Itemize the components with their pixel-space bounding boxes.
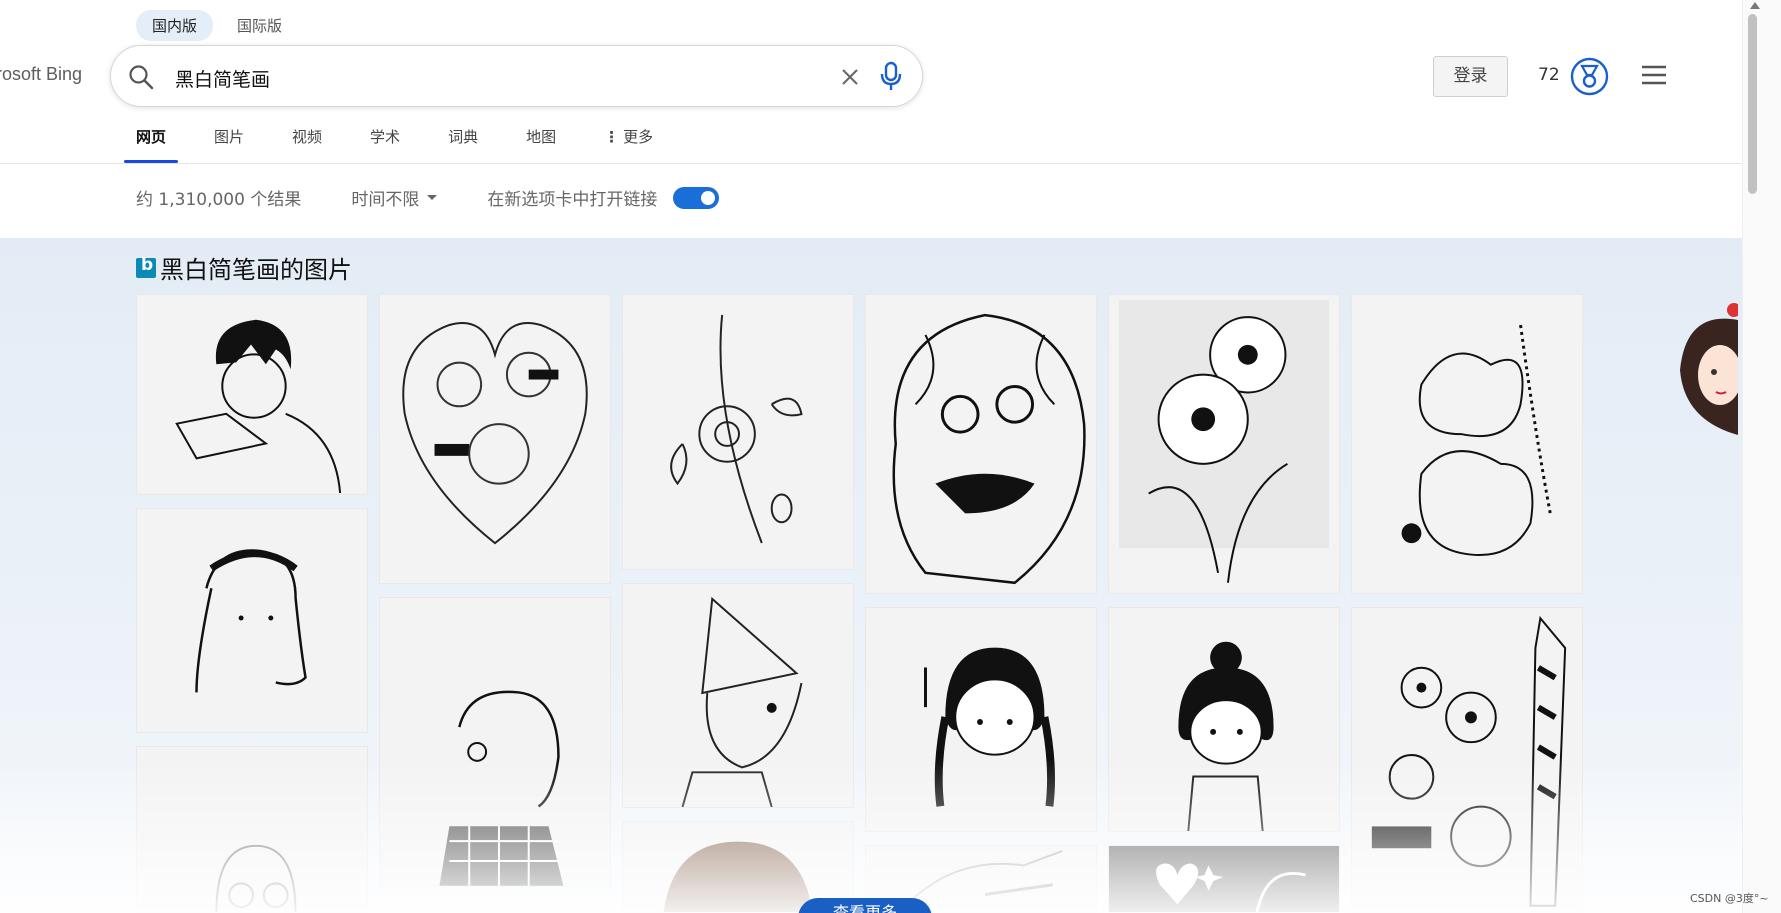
image-thumbnail[interactable] <box>136 294 368 495</box>
more-dots-icon: ⋮ <box>604 128 620 146</box>
market-domestic-tab[interactable]: 国内版 <box>136 10 214 41</box>
heart-doodle-sketch <box>402 322 588 545</box>
see-more-button[interactable]: 查看更多 <box>798 898 932 913</box>
tab-dictionary[interactable]: 词典 <box>436 125 490 163</box>
image-section-title[interactable]: 黑白简笔画的图片 <box>136 250 352 285</box>
results-fade-overlay <box>0 760 1742 913</box>
market-international-tab[interactable]: 国际版 <box>221 10 298 41</box>
login-button[interactable]: 登录 <box>1433 56 1508 97</box>
search-input[interactable]: 黑白简笔画 <box>175 65 270 92</box>
scrollbar-thumb[interactable] <box>1748 14 1757 194</box>
rewards-medal-icon[interactable] <box>1570 57 1609 96</box>
image-thumbnail[interactable] <box>136 508 368 733</box>
bing-logo-text[interactable]: rosoft Bing <box>0 64 82 85</box>
image-thumbnail[interactable] <box>1351 294 1583 594</box>
rewards-points[interactable]: 72 <box>1538 65 1560 85</box>
search-tabs: 网页 图片 视频 学术 词典 地图 ⋮ 更多 <box>124 125 689 163</box>
toggle-knob <box>701 190 716 205</box>
tab-academic[interactable]: 学术 <box>358 125 412 163</box>
tab-web[interactable]: 网页 <box>124 125 179 163</box>
tabs-divider <box>0 163 1742 164</box>
clear-icon[interactable] <box>836 63 864 91</box>
search-icon[interactable] <box>127 63 155 91</box>
search-box[interactable]: 黑白简笔画 <box>110 45 923 107</box>
new-tab-label: 在新选项卡中打开链接 <box>487 190 658 210</box>
results-toolbar: 约 1,310,000 个结果 时间不限 在新选项卡中打开链接 <box>136 185 720 210</box>
market-switch: 国内版 国际版 <box>136 10 298 41</box>
caret-down-icon <box>427 195 438 200</box>
mascot-girl-icon[interactable] <box>1676 300 1738 440</box>
tab-more[interactable]: ⋮ 更多 <box>592 125 665 163</box>
microphone-icon[interactable] <box>876 60 906 92</box>
tab-maps[interactable]: 地图 <box>514 125 568 163</box>
bing-b-icon <box>136 255 156 278</box>
new-tab-toggle[interactable] <box>673 186 720 209</box>
time-filter-dropdown[interactable]: 时间不限 <box>351 185 438 210</box>
dense-flower-sketch <box>1118 300 1330 583</box>
tab-images[interactable]: 图片 <box>202 125 256 163</box>
flower-branch-sketch <box>670 314 803 544</box>
girl-portrait-sketch <box>195 549 307 693</box>
anime-boy-sketch <box>175 319 342 494</box>
scroll-up-arrow-icon[interactable] <box>1750 2 1760 9</box>
result-count: 约 1,310,000 个结果 <box>136 190 302 210</box>
abstract-face-sketch <box>892 313 1086 585</box>
tab-videos[interactable]: 视频 <box>280 125 334 163</box>
hibiscus-sketch <box>1401 324 1552 557</box>
image-thumbnail[interactable] <box>865 294 1097 594</box>
menu-icon[interactable] <box>1640 63 1668 87</box>
page-scrollbar[interactable] <box>1742 0 1781 913</box>
image-thumbnail[interactable] <box>622 294 854 570</box>
watermark: CSDN @3度°~ <box>1690 892 1769 905</box>
image-thumbnail[interactable] <box>379 294 611 584</box>
image-thumbnail[interactable] <box>1108 294 1340 594</box>
